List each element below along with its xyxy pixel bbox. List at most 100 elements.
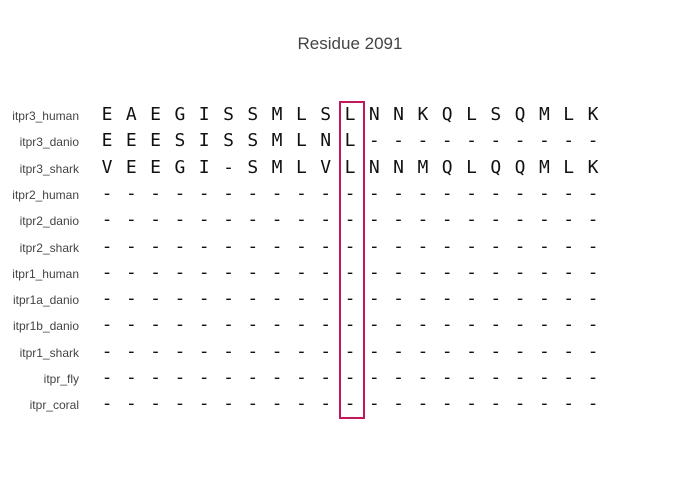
residue-cell: - [271,182,283,204]
residue-cell: - [563,209,575,231]
residue-cell: - [466,393,477,415]
residue-cell: S [223,130,234,152]
residue-cell: - [466,340,477,362]
residue-cell: S [174,130,186,152]
residue-cell: N [368,104,380,125]
residue-cell: - [320,182,332,204]
residue-cell: N [393,156,405,178]
residue-cell: S [247,156,259,178]
residue-cell: - [466,235,477,257]
residue-cell: - [295,314,307,336]
residue-cell: - [538,182,550,204]
residue-cell: - [563,340,575,362]
residue-cell: - [174,393,186,415]
residue-cell: A [125,104,137,125]
residue-cell: E [125,156,137,178]
residue-cell: - [198,261,210,283]
residue-cell: - [587,367,599,388]
residue-cell: - [320,393,332,415]
residue-cell: - [271,393,283,415]
residue-cell: S [223,104,234,125]
residue-cell: - [223,367,234,388]
residue-cell: - [466,261,477,283]
residue-cell: K [587,104,599,125]
residue-cell: E [150,130,162,152]
residue-cell: - [441,209,453,231]
sequence-label: itpr3_shark [19,161,79,176]
residue-cell: - [563,182,575,204]
residue-cell: - [174,288,186,310]
residue-cell: - [320,367,332,388]
residue-cell: S [247,104,259,125]
residue-cell: - [150,261,162,283]
residue-cell: Q [514,156,526,178]
residue-cell: - [538,340,550,362]
residue-cell: - [490,340,502,362]
residue-cell: - [174,261,186,283]
residue-cell: - [101,261,113,283]
residue-cell: - [125,288,137,310]
residue-cell: I [198,104,210,125]
residue-cell: - [490,261,502,283]
residue-cell: - [393,261,405,283]
residue-cell: - [563,393,575,415]
residue-cell: - [198,367,210,388]
residue-cell: - [150,367,162,388]
sequence-label: itpr3_human [12,109,79,123]
residue-cell: - [125,367,137,388]
residue-cell: E [150,156,162,178]
residue-cell: - [466,182,477,204]
residue-cell: - [125,340,137,362]
sequence-label: itpr1a_danio [12,293,79,308]
sequence-label: itpr2_danio [19,214,79,229]
residue-cell: - [417,235,429,257]
sequence-label: itpr3_danio [19,135,79,150]
residue-cell: - [295,340,307,362]
residue-cell: - [417,314,429,336]
sequence-label: itpr1_shark [19,345,79,360]
residue-cell: - [538,367,550,388]
residue-cell: - [223,288,234,310]
residue-cell: - [295,393,307,415]
residue-cell: - [587,235,599,257]
sequence-label: itpr1b_danio [12,319,79,334]
residue-cell: L [295,130,307,152]
residue-cell: - [490,209,502,231]
residue-cell: V [320,156,332,178]
residue-cell: - [198,314,210,336]
residue-cell: - [320,235,332,257]
residue-cell: - [368,130,380,152]
residue-cell: L [563,156,575,178]
residue-cell: - [174,314,186,336]
residue-cell: E [101,130,113,152]
residue-cell: E [101,104,113,125]
residue-cell: - [125,314,137,336]
residue-cell: - [150,314,162,336]
residue-cell: - [490,393,502,415]
residue-cell: - [368,182,380,204]
residue-cell: M [271,130,283,152]
residue-cell: - [466,314,477,336]
residue-cell: Q [441,156,453,178]
residue-cell: - [417,288,429,310]
residue-cell: - [174,182,186,204]
residue-cell: - [466,130,477,152]
residue-cell: - [247,209,259,231]
residue-cell: - [101,182,113,204]
sequence-label: itpr2_human [12,187,79,202]
residue-cell: - [368,235,380,257]
residue-cell: - [295,367,307,388]
residue-cell: - [466,367,477,388]
residue-cell: - [320,209,332,231]
residue-cell: - [198,288,210,310]
highlighted-column-box [338,101,365,419]
residue-cell: - [368,393,380,415]
residue-cell: Q [514,104,526,125]
residue-cell: - [393,393,405,415]
residue-cell: - [247,314,259,336]
residue-cell: - [271,288,283,310]
residue-cell: - [587,209,599,231]
residue-cell: - [393,235,405,257]
residue-cell: - [441,235,453,257]
residue-cell: - [441,288,453,310]
